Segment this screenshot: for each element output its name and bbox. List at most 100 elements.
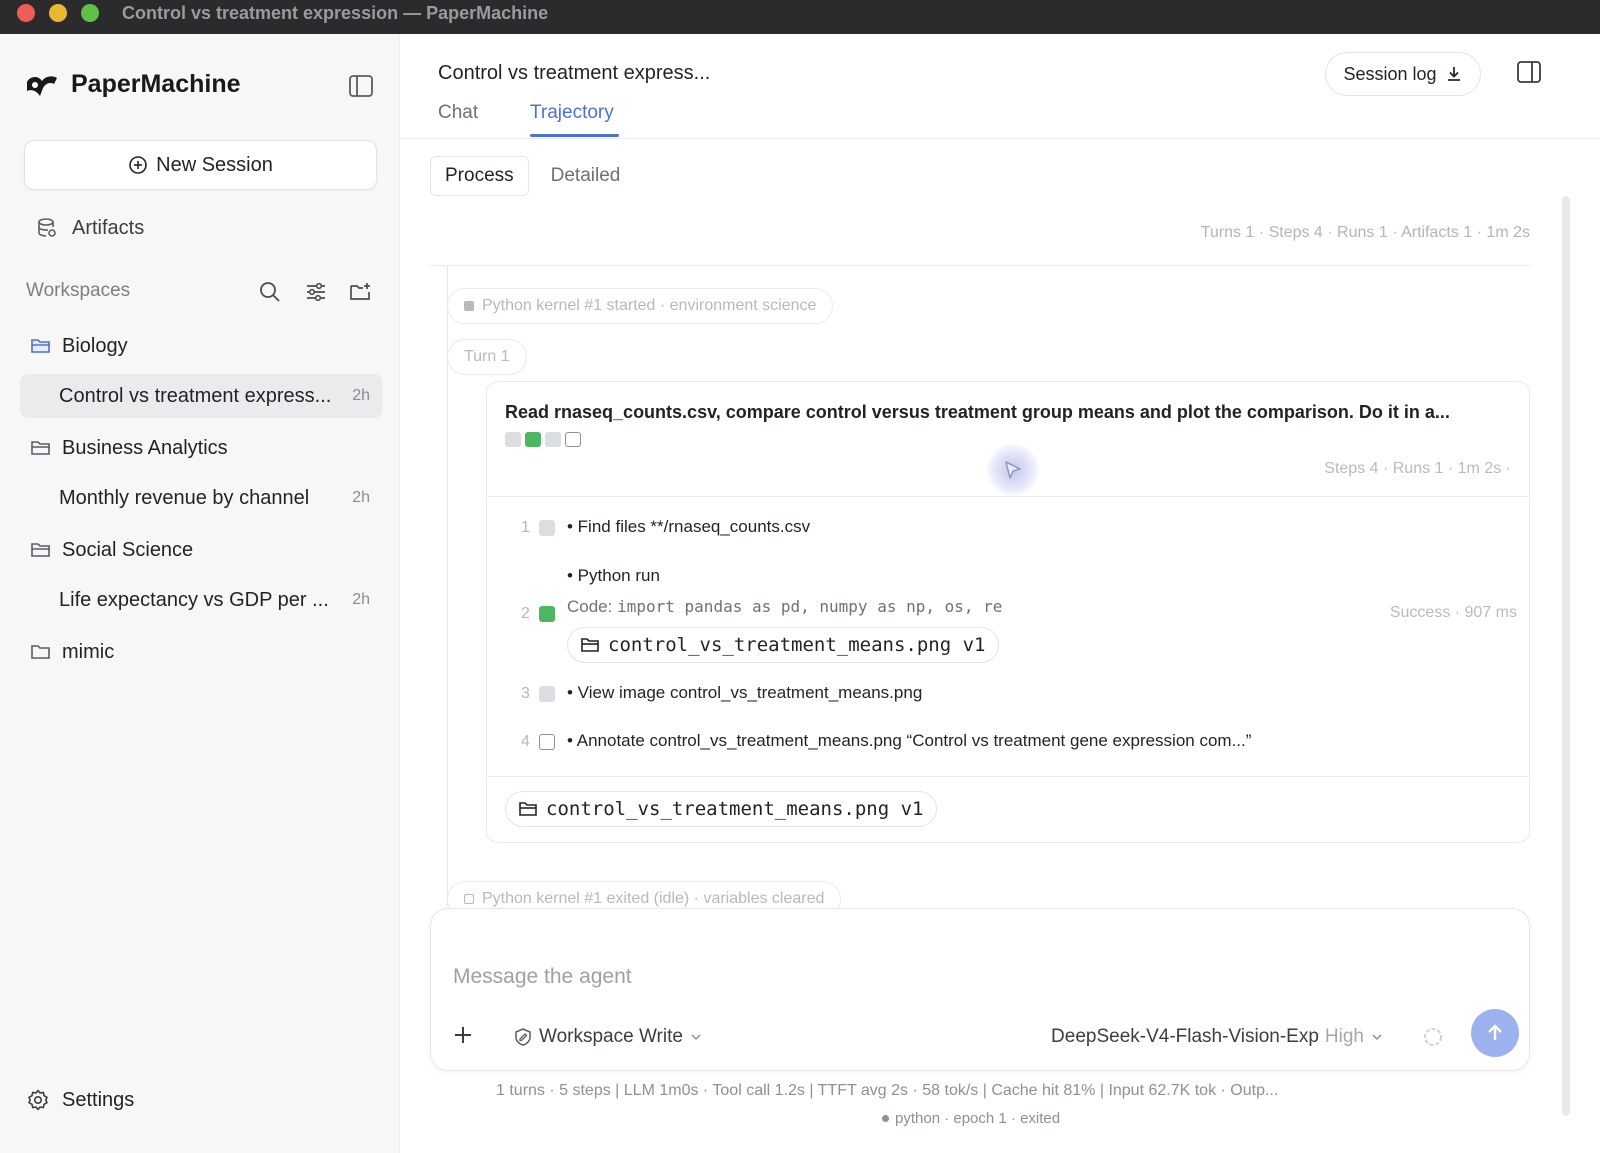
minimize-window-button[interactable]	[49, 4, 67, 22]
scrollbar[interactable]	[1562, 196, 1570, 1116]
message-composer: Workspace Write DeepSeek-V4-Flash-Vision…	[430, 908, 1530, 1071]
zoom-window-button[interactable]	[81, 4, 99, 22]
model-name: DeepSeek-V4-Flash-Vision-Exp	[1051, 1026, 1319, 1047]
session-item[interactable]: Control vs treatment express... 2h	[20, 374, 382, 418]
mouse-cursor-highlight	[987, 444, 1039, 496]
view-mode-detailed[interactable]: Detailed	[537, 156, 635, 196]
nav-artifacts[interactable]: Artifacts	[36, 214, 144, 242]
collapse-sidebar-icon[interactable]	[348, 74, 374, 98]
attach-button[interactable]	[449, 1021, 477, 1049]
cursor-icon	[1005, 461, 1021, 479]
settings-button[interactable]: Settings	[26, 1086, 134, 1114]
workspace-name: Social Science	[62, 538, 194, 561]
session-age: 2h	[352, 387, 370, 404]
permission-select[interactable]: Workspace Write	[513, 1023, 703, 1051]
tab-trajectory[interactable]: Trajectory	[530, 102, 614, 124]
output-artifact-chip[interactable]: control_vs_treatment_means.png v1	[505, 791, 937, 827]
session-title-header: Control vs treatment express...	[438, 62, 711, 84]
workspace-folder-biology[interactable]: Biology	[30, 331, 128, 361]
window-titlebar: Control vs treatment expression — PaperM…	[0, 0, 1600, 34]
download-icon	[1447, 67, 1460, 81]
workspace-name: Biology	[62, 334, 128, 357]
kernel-status: python · epoch 1 · exited	[882, 1110, 1060, 1127]
toggle-right-panel-icon[interactable]	[1515, 58, 1543, 86]
nav-artifacts-label: Artifacts	[72, 216, 145, 239]
turn-progress	[505, 432, 581, 447]
turn-card-divider	[487, 776, 1529, 777]
header-divider	[400, 138, 1600, 139]
folder-icon	[581, 638, 599, 652]
stop-square-icon	[464, 894, 474, 904]
step-text[interactable]: • Python run	[567, 566, 660, 586]
step-text[interactable]: • Annotate control_vs_treatment_means.pn…	[567, 731, 1251, 751]
stop-square-icon	[464, 301, 474, 311]
step-number: 1	[521, 519, 530, 536]
workspaces-heading: Workspaces	[26, 280, 131, 301]
step-text[interactable]: • Find files **/rnaseq_counts.csv	[567, 517, 810, 537]
folder-icon	[31, 441, 50, 455]
workspace-folder-social-science[interactable]: Social Science	[30, 535, 193, 565]
session-log-label: Session log	[1343, 63, 1437, 84]
progress-step	[505, 432, 521, 447]
plus-icon	[455, 1027, 471, 1043]
trajectory-summary-stats: Turns 1 · Steps 4 · Runs 1 · Artifacts 1…	[1200, 224, 1530, 241]
session-age: 2h	[352, 489, 370, 506]
folder-open-icon	[31, 339, 50, 353]
chevron-down-icon	[691, 1034, 701, 1041]
send-button[interactable]	[1471, 1009, 1519, 1057]
progress-step	[565, 432, 581, 447]
turn-card-divider	[487, 496, 1529, 497]
status-dot	[882, 1115, 889, 1122]
loading-spinner-icon	[1424, 1028, 1442, 1046]
progress-step	[525, 432, 541, 447]
session-footer-stats: 1 turns · 5 steps | LLM 1m0s · Tool call…	[496, 1082, 1279, 1099]
search-icon[interactable]	[258, 280, 282, 304]
tab-chat[interactable]: Chat	[438, 102, 478, 124]
folder-icon	[519, 802, 537, 816]
model-level: High	[1324, 1026, 1364, 1047]
artifact-chip[interactable]: control_vs_treatment_means.png v1	[567, 627, 999, 663]
database-icon	[38, 218, 56, 237]
session-item[interactable]: Monthly revenue by channel 2h	[20, 476, 382, 520]
session-title: Control vs treatment express...	[59, 384, 332, 407]
new-session-button[interactable]: New Session	[24, 140, 377, 190]
model-select[interactable]: DeepSeek-V4-Flash-Vision-Exp High	[1051, 1023, 1384, 1051]
session-title: Life expectancy vs GDP per ...	[59, 588, 329, 611]
step-status	[539, 520, 555, 536]
turn-prompt[interactable]: Read rnaseq_counts.csv, compare control …	[505, 402, 1505, 423]
close-window-button[interactable]	[17, 4, 35, 22]
step-number: 2	[521, 605, 530, 622]
session-log-button[interactable]: Session log	[1325, 52, 1481, 96]
code-text: import pandas as pd, numpy as np, os, re	[617, 597, 1003, 616]
step-code: Code: import pandas as pd, numpy as np, …	[567, 597, 1002, 617]
session-item[interactable]: Life expectancy vs GDP per ... 2h	[20, 578, 382, 622]
step-meta: Success · 907 ms	[1389, 604, 1517, 621]
step-text[interactable]: • View image control_vs_treatment_means.…	[567, 683, 922, 703]
kernel-started-text: Python kernel #1 started · environment s…	[482, 297, 817, 314]
active-tab-indicator	[530, 134, 619, 137]
session-age: 2h	[352, 591, 370, 608]
chevron-down-icon	[1372, 1034, 1382, 1041]
turn-card: Read rnaseq_counts.csv, compare control …	[486, 381, 1530, 843]
plus-circle-icon	[129, 156, 147, 174]
turn-label: Turn 1	[464, 348, 510, 365]
new-session-label: New Session	[156, 153, 273, 176]
shield-pen-icon	[515, 1028, 531, 1046]
filter-sliders-icon[interactable]	[304, 280, 328, 304]
kernel-started-event: Python kernel #1 started · environment s…	[447, 288, 834, 324]
message-input[interactable]	[453, 965, 1353, 989]
kernel-status-text: python · epoch 1 · exited	[895, 1110, 1061, 1127]
new-folder-icon[interactable]	[348, 280, 372, 304]
permission-label: Workspace Write	[539, 1026, 683, 1047]
window-title: Control vs treatment expression — PaperM…	[122, 3, 549, 23]
workspace-folder-mimic[interactable]: mimic	[30, 637, 114, 667]
turn-stats: Steps 4 · Runs 1 · 1m 2s ·	[1324, 460, 1511, 477]
code-label: Code:	[567, 597, 613, 616]
step-status	[539, 686, 555, 702]
session-title: Monthly revenue by channel	[59, 486, 310, 509]
stats-divider	[430, 265, 1530, 266]
kernel-exited-text: Python kernel #1 exited (idle) · variabl…	[482, 890, 825, 907]
view-mode-process[interactable]: Process	[430, 156, 529, 196]
arrow-up-icon	[1488, 1024, 1502, 1040]
workspace-folder-business-analytics[interactable]: Business Analytics	[30, 433, 228, 463]
